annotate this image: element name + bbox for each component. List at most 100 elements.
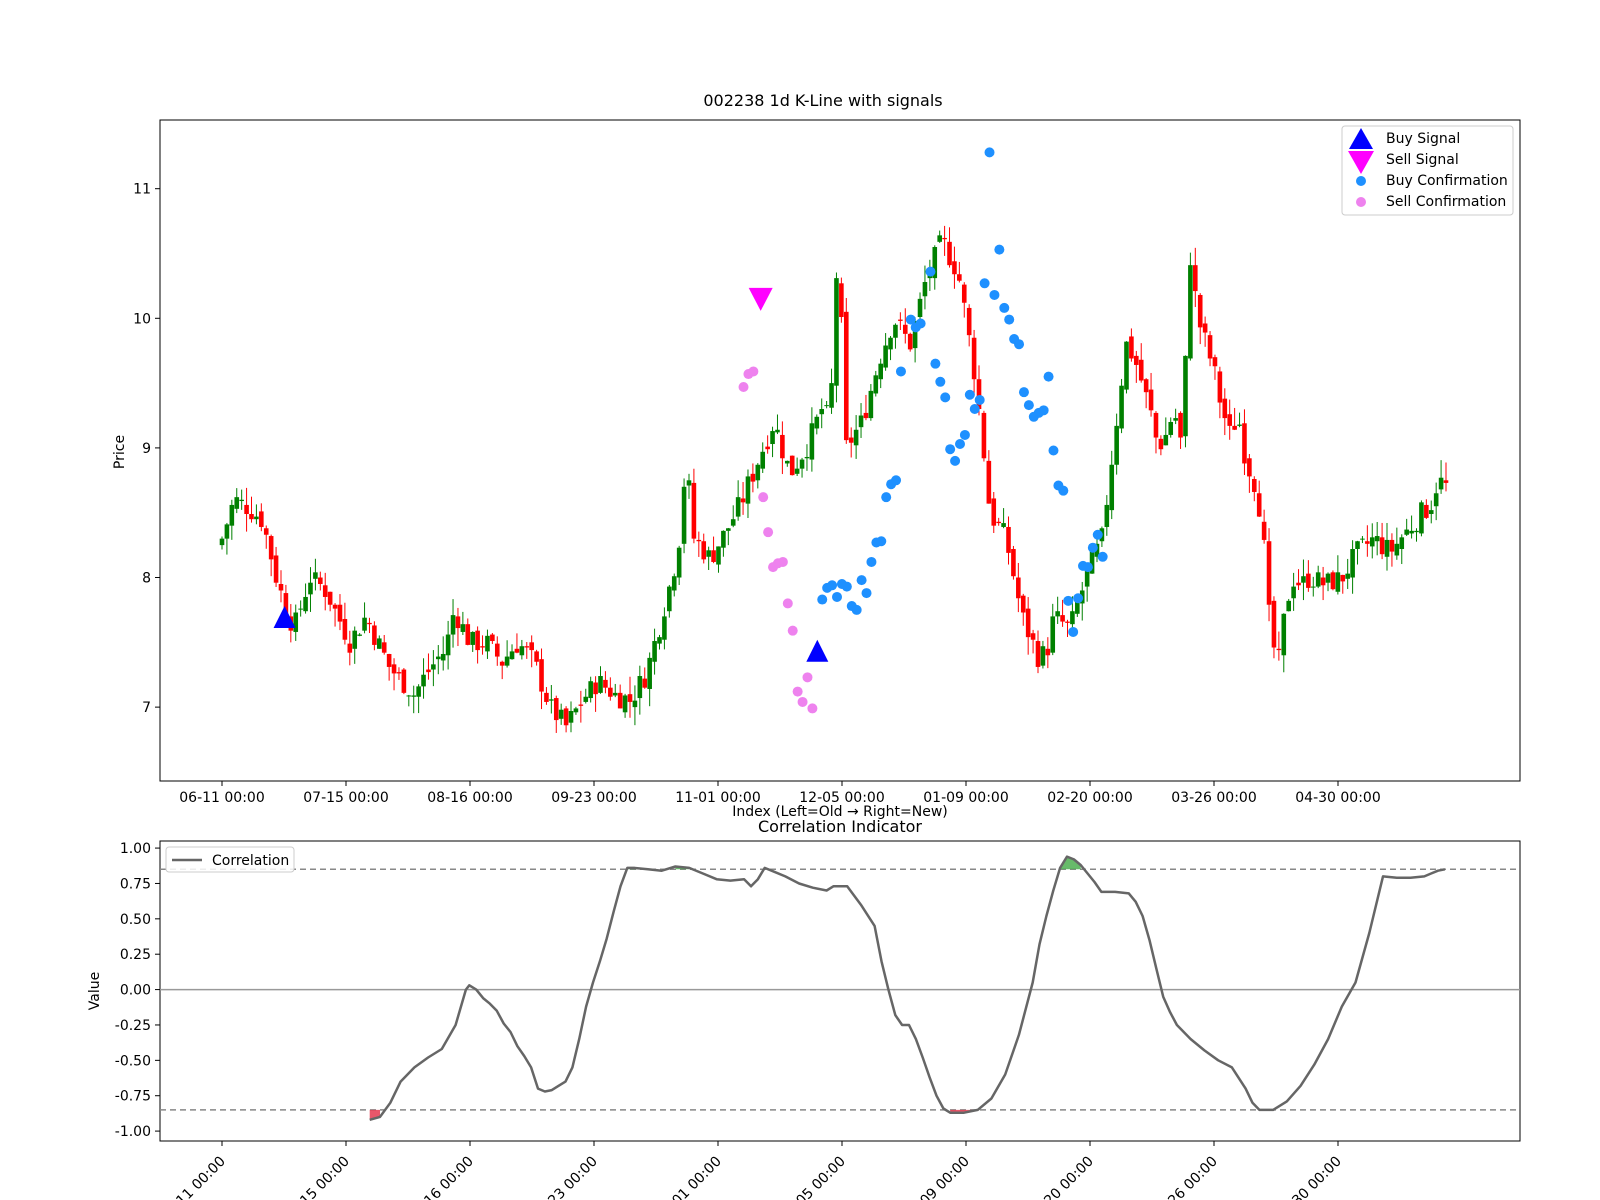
candle-body-up [1374,536,1380,542]
buy-confirmation-point [1004,314,1015,325]
candle-body-down [1207,335,1213,359]
candle-body-up [735,497,741,517]
candle-body-up [303,596,308,612]
candle-body-up [588,681,593,699]
sell-confirmation-point [777,556,788,567]
candle-body-down [249,514,254,520]
buy-confirmation-point [915,318,926,329]
candle-body-up [573,708,579,713]
candle-body-up [1345,573,1350,579]
candle-body-down [1296,582,1301,586]
candle-body-down [1443,480,1449,483]
buy-confirmation-point [979,278,990,289]
candle-body-down [750,473,756,482]
candle-body-up [1183,355,1188,437]
buy-confirmation-point [1082,562,1093,573]
buy-confirmation-point [851,604,862,615]
candle-body-down [1261,521,1267,540]
candle-body-up [775,429,780,433]
candle-body-down [898,319,903,321]
kline-x-tick-label: 12-05 00:00 [799,790,884,806]
candle-body-up [1168,421,1174,435]
kline-x-tick-label: 08-16 00:00 [427,790,512,806]
candle-body-up [1055,611,1060,617]
buy-confirmation-point [891,475,902,486]
buy-confirmation-point [925,266,936,277]
candle-body-down [1143,379,1149,393]
candle-body-down [1276,648,1282,651]
candle-body-down [701,541,707,560]
candle-body-up [1394,543,1400,556]
sell-confirmation-point [787,625,798,636]
candle-body-up [219,538,225,546]
buy-confirmation-point [1018,387,1029,398]
candle-body-down [765,446,770,450]
candle-body-down [372,625,377,645]
candle-body-up [1335,572,1341,592]
candle-body-down [263,528,269,535]
candle [1419,500,1424,537]
sell-confirmation-point [763,527,774,538]
candle-body-up [1399,537,1405,550]
candle-body-up [667,586,672,612]
candle-body-up [504,656,510,666]
kline-y-tick-label: 9 [142,441,151,457]
buy-confirmation-point [1058,485,1069,496]
correlation-y-tick-label: 0.00 [120,983,151,999]
candle-body-up [1350,549,1355,578]
candle-body-up [637,676,643,699]
kline-x-tick-label: 02-20 00:00 [1047,790,1132,806]
buy-confirmation-point [876,536,887,547]
buy-confirmation-point [1023,400,1034,411]
candle-body-up [1291,586,1296,599]
candle-body-up [681,486,687,544]
kline-title: 002238 1d K-Line with signals [703,91,942,110]
candle-body-up [794,468,800,474]
candle-body-up [357,634,362,636]
candle-body-down [1016,577,1021,599]
candle-body-down [863,412,869,419]
candle-body-down [401,669,407,693]
legend-sell-confirmation: Sell Confirmation [1386,194,1506,210]
buy-confirmation-point [866,556,877,567]
correlation-y-tick-label: -0.25 [115,1018,151,1034]
candle-body-down [524,646,530,648]
candle-body-down [273,555,279,583]
candle-body-up [224,524,230,539]
candle-body-up [421,674,426,687]
candle-body-up [440,653,446,661]
buy-confirmation-point [1038,405,1049,416]
candle-body-up [819,409,825,415]
candle-body-up [1075,602,1080,614]
buy-confirmation-point [994,244,1005,255]
candle [981,410,987,462]
candle-body-down [553,698,559,721]
candle-body-up [706,550,711,557]
buy-confirmation-point [955,439,965,450]
kline-x-tick-label: 01-09 00:00 [923,790,1008,806]
candle-body-down [947,241,952,266]
buy-confirmation-point [1014,339,1025,350]
candle-body-up [1104,504,1110,527]
candle-body-down [691,482,697,539]
candle-body-up [352,630,358,649]
candle-body-down [1212,357,1218,367]
candle-body-down [278,583,284,591]
candle-body-up [726,528,731,531]
candle-body-down [593,682,598,695]
candle [1188,252,1193,361]
candle-body-up [730,519,736,526]
candle-body-up [834,278,839,386]
candle-body-up [893,324,898,338]
candle-body-up [652,641,657,662]
buy-confirmation-point [950,455,961,466]
correlation-y-tick-label: -0.75 [115,1089,151,1105]
candle-body-down [1011,549,1016,577]
candle-body-down [780,434,785,459]
candle-body-up [509,651,515,660]
candle-body-up [647,657,652,689]
candle-body-down [1256,493,1262,517]
candle-body-up [1050,616,1056,653]
candle-body-up [721,530,726,548]
sell-confirmation-point [748,366,759,377]
